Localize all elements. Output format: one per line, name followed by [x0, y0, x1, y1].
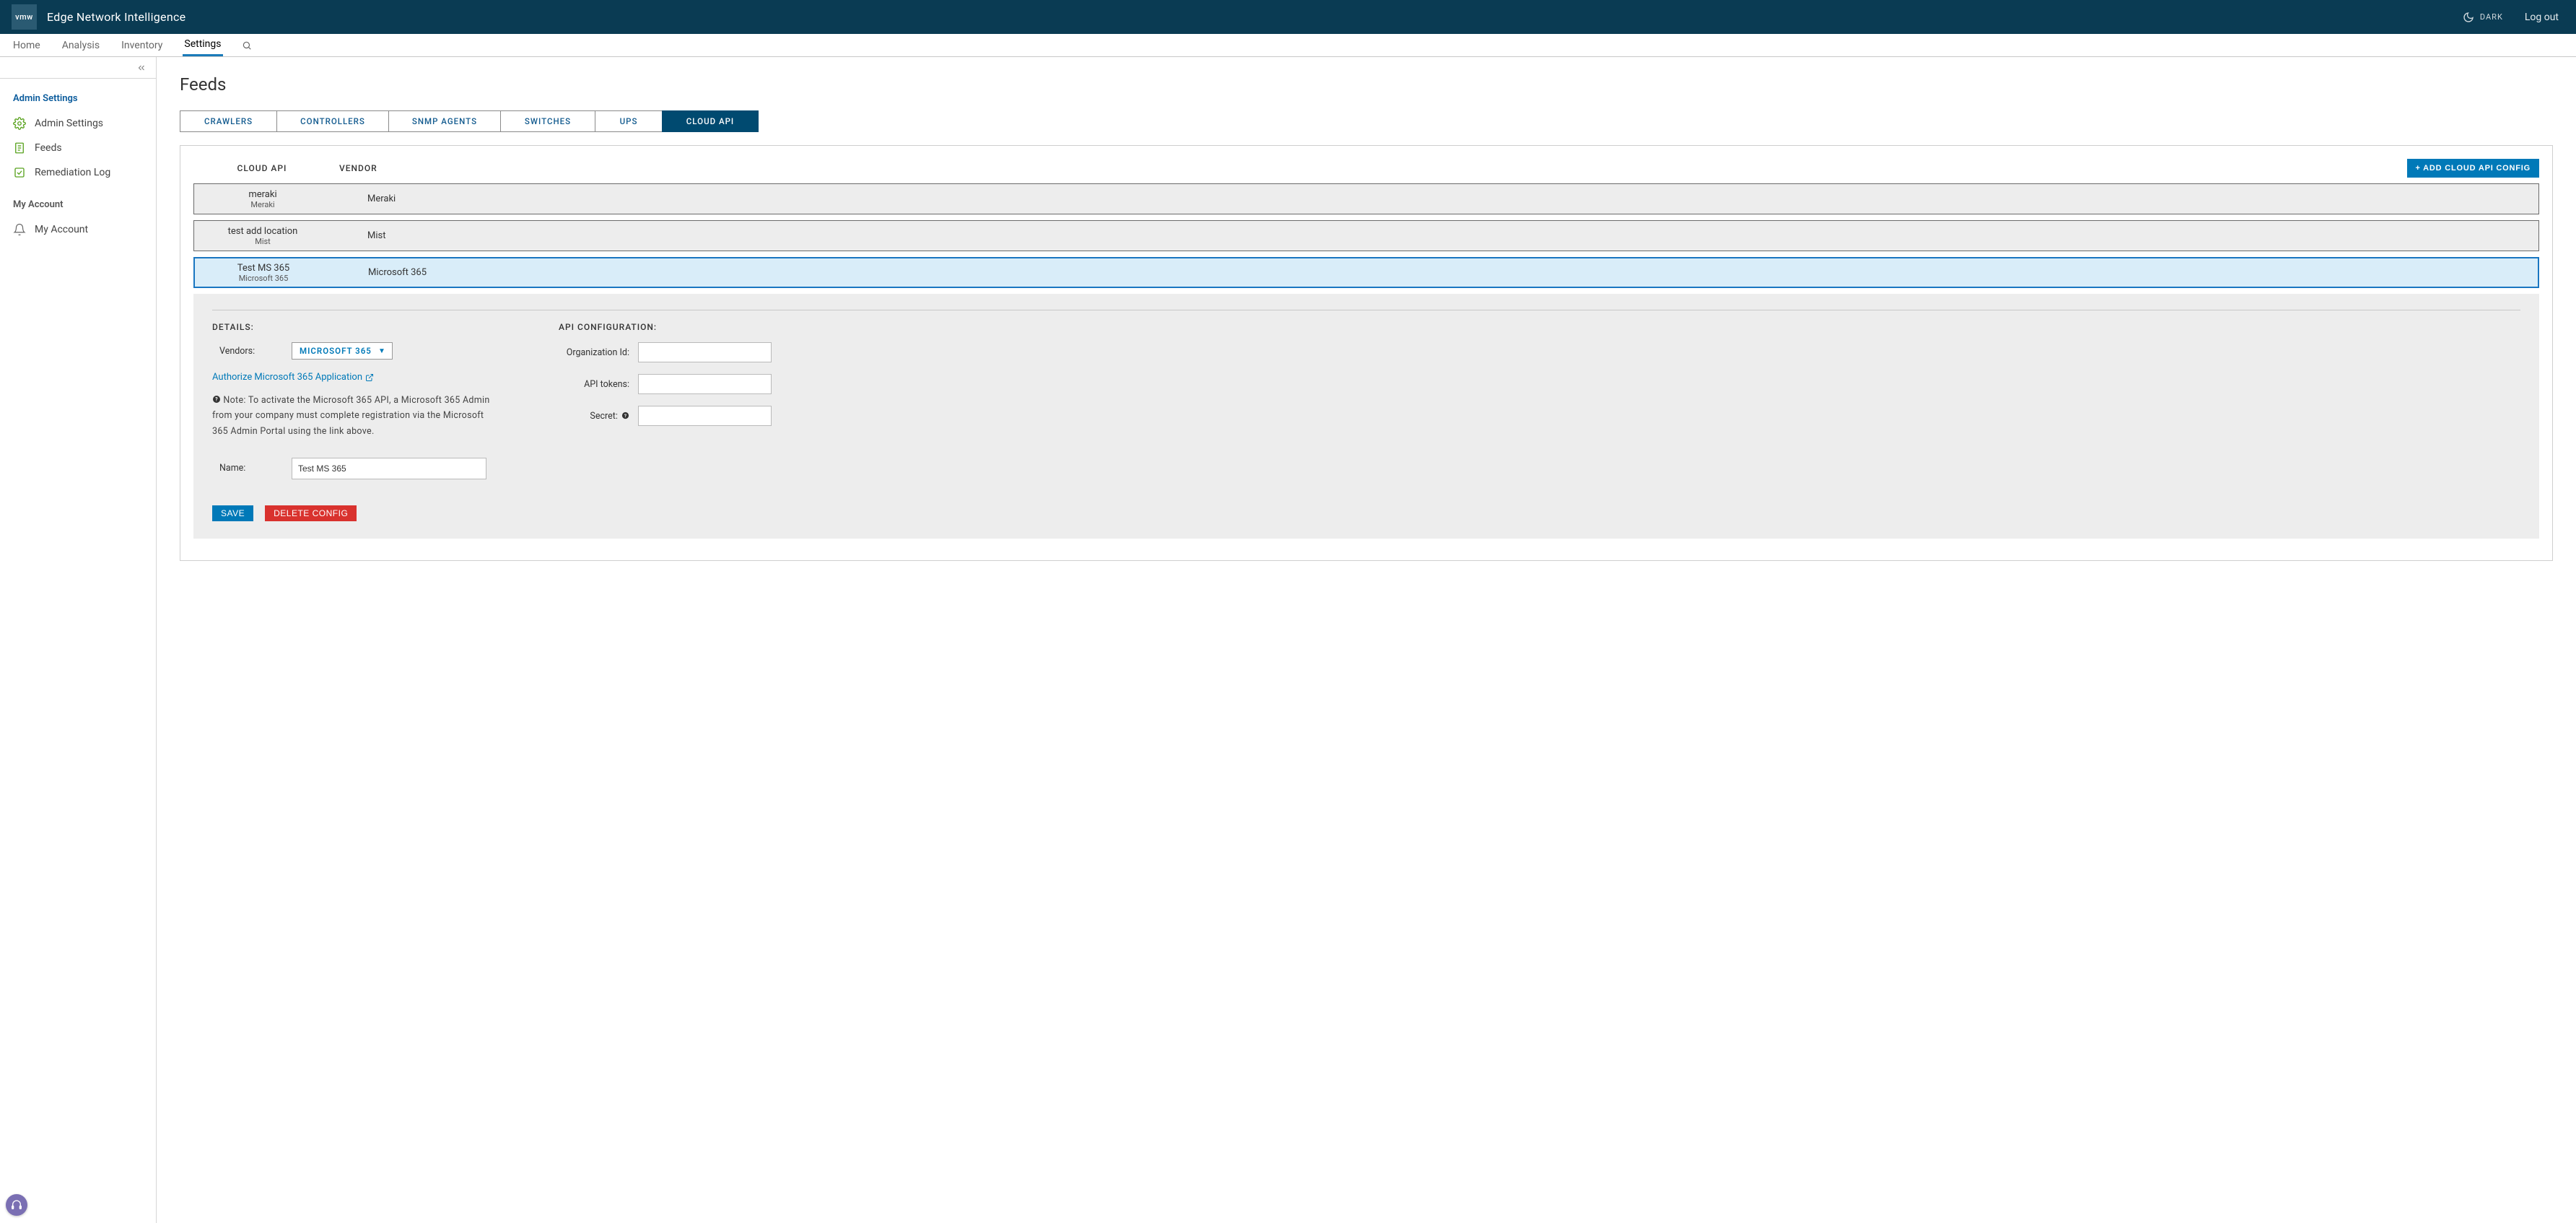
api-tokens-label: API tokens:	[559, 379, 638, 390]
name-label: Name:	[219, 463, 256, 474]
check-square-icon	[13, 166, 26, 179]
external-link-icon	[365, 373, 374, 382]
svg-text:?: ?	[624, 412, 626, 418]
bell-icon	[13, 223, 26, 236]
row-name: test add location	[194, 226, 331, 237]
nav-inventory[interactable]: Inventory	[120, 34, 164, 56]
tab-ups[interactable]: UPS	[595, 110, 662, 132]
details-panel: DETAILS: Vendors: MICROSOFT 365 ▼	[193, 294, 2539, 539]
sidebar-collapse-button[interactable]	[0, 57, 156, 79]
nav-settings[interactable]: Settings	[183, 34, 222, 56]
vendors-select[interactable]: MICROSOFT 365 ▼	[292, 342, 393, 360]
nav-search-icon[interactable]	[242, 40, 252, 51]
vendors-label: Vendors:	[219, 346, 263, 357]
sidebar-item-label: My Account	[35, 224, 88, 235]
app-header: vmw Edge Network Intelligence DARK Log o…	[0, 0, 2576, 34]
delete-config-button[interactable]: DELETE CONFIG	[265, 505, 357, 521]
row-name: Test MS 365	[195, 263, 332, 274]
vmw-logo: vmw	[12, 4, 37, 30]
add-cloud-api-config-button[interactable]: + ADD CLOUD API CONFIG	[2407, 159, 2539, 178]
sidebar-item-label: Feeds	[35, 142, 62, 154]
row-vendor: Microsoft 365	[368, 267, 427, 278]
headset-icon	[11, 1199, 22, 1211]
sidebar-item-feeds[interactable]: Feeds	[0, 136, 156, 160]
tab-snmp-agents[interactable]: SNMP AGENTS	[388, 110, 500, 132]
secret-label: Secret: ?	[559, 411, 638, 422]
row-vendor: Meraki	[367, 193, 396, 204]
row-vendor: Mist	[367, 230, 385, 241]
dark-label: DARK	[2480, 12, 2503, 22]
logout-link[interactable]: Log out	[2525, 12, 2559, 23]
details-title: DETAILS:	[212, 322, 515, 332]
svg-text:?: ?	[215, 397, 218, 403]
save-button[interactable]: SAVE	[212, 505, 253, 521]
sidebar-item-admin-settings[interactable]: Admin Settings	[0, 111, 156, 136]
tab-controllers[interactable]: CONTROLLERS	[276, 110, 388, 132]
row-sub: Mist	[194, 237, 331, 246]
doc-icon	[13, 142, 26, 154]
api-config-title: API CONFIGURATION:	[559, 322, 772, 332]
cloud-api-panel: CLOUD API VENDOR + ADD CLOUD API CONFIG …	[180, 145, 2553, 561]
table-header-row: CLOUD API VENDOR + ADD CLOUD API CONFIG	[193, 159, 2539, 183]
note-text: Note: To activate the Microsoft 365 API,…	[212, 395, 490, 437]
sidebar-item-remediation-log[interactable]: Remediation Log	[0, 160, 156, 185]
secret-input[interactable]	[638, 406, 772, 426]
table-row[interactable]: test add location Mist Mist	[193, 220, 2539, 251]
row-name: meraki	[194, 189, 331, 200]
nav-analysis[interactable]: Analysis	[61, 34, 101, 56]
moon-icon	[2463, 12, 2474, 23]
table-row[interactable]: Test MS 365 Microsoft 365 Microsoft 365	[193, 257, 2539, 288]
vendors-value: MICROSOFT 365	[300, 346, 372, 356]
name-input[interactable]	[292, 458, 486, 479]
dark-mode-toggle[interactable]: DARK	[2463, 12, 2503, 23]
row-sub: Meraki	[194, 200, 331, 209]
sidebar-section-myaccount: My Account	[0, 185, 156, 217]
page-title: Feeds	[180, 74, 2553, 95]
help-fab-button[interactable]	[6, 1194, 27, 1216]
sidebar-item-my-account[interactable]: My Account	[0, 217, 156, 242]
help-icon[interactable]: ?	[621, 412, 629, 419]
th-cloud-api: CLOUD API	[193, 163, 331, 173]
caret-down-icon: ▼	[378, 347, 386, 355]
org-id-input[interactable]	[638, 342, 772, 362]
tab-switches[interactable]: SWITCHES	[500, 110, 595, 132]
chevron-double-left-icon	[136, 63, 147, 73]
gear-icon	[13, 117, 26, 130]
sidebar: Admin Settings Admin Settings Feeds Reme…	[0, 57, 157, 1223]
app-title: Edge Network Intelligence	[47, 10, 185, 24]
main-content: Feeds CRAWLERS CONTROLLERS SNMP AGENTS S…	[157, 57, 2576, 1223]
ms365-note: ? Note: To activate the Microsoft 365 AP…	[212, 393, 501, 439]
tab-cloud-api[interactable]: CLOUD API	[662, 110, 759, 132]
sidebar-section-admin: Admin Settings	[0, 79, 156, 111]
table-row[interactable]: meraki Meraki Meraki	[193, 183, 2539, 214]
org-id-label: Organization Id:	[559, 347, 638, 358]
authorize-link-text: Authorize Microsoft 365 Application	[212, 372, 362, 383]
api-tokens-input[interactable]	[638, 374, 772, 394]
info-icon: ?	[212, 395, 221, 404]
secret-label-text: Secret:	[590, 411, 617, 422]
authorize-ms365-link[interactable]: Authorize Microsoft 365 Application	[212, 372, 374, 383]
th-vendor: VENDOR	[339, 163, 426, 173]
top-nav: Home Analysis Inventory Settings	[0, 34, 2576, 57]
feed-tabs: CRAWLERS CONTROLLERS SNMP AGENTS SWITCHE…	[180, 110, 2553, 132]
logo-text: vmw	[15, 12, 33, 22]
nav-home[interactable]: Home	[12, 34, 42, 56]
sidebar-item-label: Remediation Log	[35, 167, 110, 178]
row-sub: Microsoft 365	[195, 274, 332, 283]
sidebar-item-label: Admin Settings	[35, 118, 103, 129]
tab-crawlers[interactable]: CRAWLERS	[180, 110, 276, 132]
